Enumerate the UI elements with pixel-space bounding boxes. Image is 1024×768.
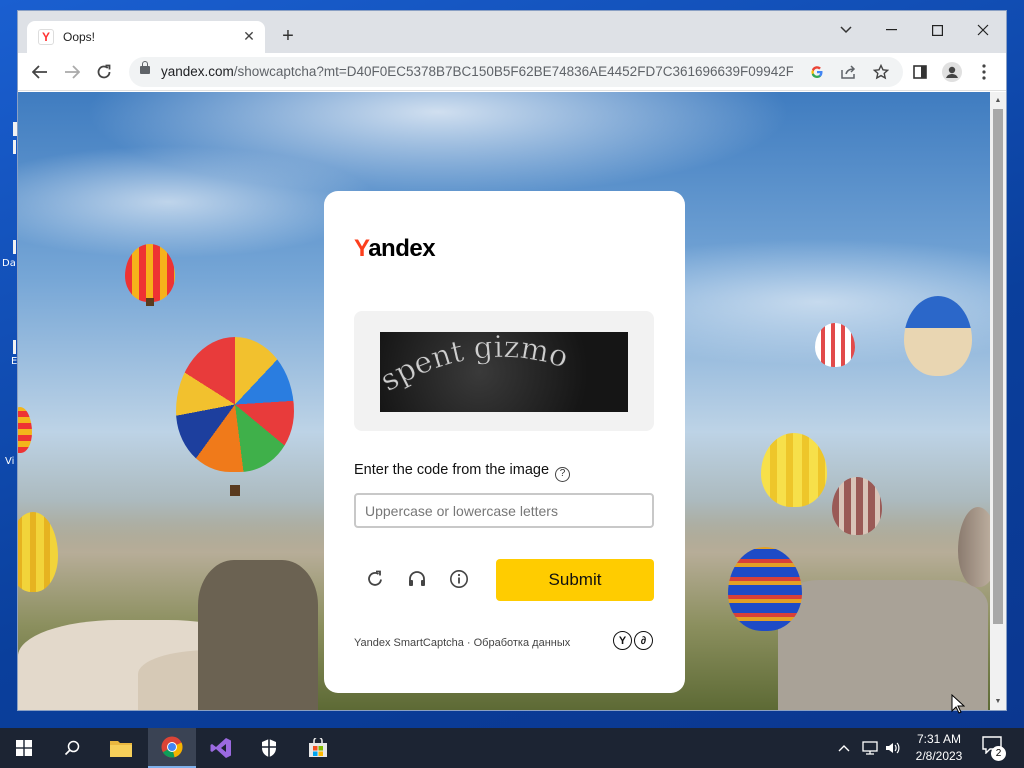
google-icon[interactable] (805, 60, 829, 84)
browser-window: Y Oops! ✕ + yandex.com/showcaptcha?mt=D4… (17, 10, 1007, 711)
show-hidden-icons-chevron-icon[interactable] (838, 728, 850, 768)
hot-air-balloon (761, 433, 827, 507)
new-tab-button[interactable]: + (276, 24, 300, 48)
url-text[interactable]: yandex.com/showcaptcha?mt=D40F0EC5378B7B… (161, 64, 793, 79)
tab-search-chevron-icon[interactable] (823, 15, 869, 45)
side-panel-icon[interactable] (907, 59, 933, 85)
clock-time: 7:31 AM (916, 732, 962, 746)
windows-security-icon[interactable] (245, 728, 293, 768)
share-icon[interactable] (837, 60, 861, 84)
info-icon[interactable] (446, 566, 472, 592)
page-viewport: Yandex spent gizmo Enter the code from t… (18, 92, 990, 710)
hot-air-balloon (18, 407, 32, 453)
yandex-circle-logo-icon: Y (613, 631, 632, 650)
hot-air-balloon (815, 323, 855, 367)
captcha-image-container: spent gizmo (354, 311, 654, 431)
balloon-basket (230, 485, 240, 496)
clock-date: 2/8/2023 (915, 749, 963, 763)
audio-headphones-icon[interactable] (404, 566, 430, 592)
yandex-logo[interactable]: Yandex (354, 235, 436, 263)
tab-title: Oops! (63, 30, 96, 44)
svg-text:spent gizmo: spent gizmo (380, 332, 572, 399)
close-tab-icon[interactable]: ✕ (240, 27, 258, 45)
microsoft-store-icon[interactable] (294, 728, 342, 768)
help-question-icon[interactable]: ? (555, 467, 571, 482)
hot-air-balloon (904, 296, 972, 376)
scrollbar-thumb[interactable] (993, 109, 1003, 624)
hot-air-balloon (125, 244, 175, 302)
background-rock (778, 580, 988, 710)
close-window-button[interactable] (960, 15, 1006, 45)
maximize-button[interactable] (914, 15, 960, 45)
taskbar: 7:31 AM 2/8/2023 2 (0, 728, 1024, 768)
system-clock[interactable]: 7:31 AM 2/8/2023 (910, 731, 968, 765)
submit-button[interactable]: Submit (496, 559, 654, 601)
desktop-shortcut-icon[interactable] (13, 340, 16, 354)
captcha-card: Yandex spent gizmo Enter the code from t… (324, 191, 685, 693)
captcha-image: spent gizmo (380, 332, 628, 412)
tab-oops[interactable]: Y Oops! ✕ (27, 21, 265, 53)
volume-icon[interactable] (885, 728, 901, 768)
bookmark-star-icon[interactable] (869, 60, 893, 84)
hot-air-balloon (176, 337, 294, 472)
search-icon[interactable] (48, 728, 96, 768)
scroll-up-icon[interactable]: ▲ (993, 95, 1003, 105)
forward-icon[interactable] (59, 59, 85, 85)
captcha-footer[interactable]: Yandex SmartCaptcha · Обработка данных (354, 637, 570, 649)
lock-icon[interactable] (140, 61, 150, 74)
desktop-shortcut-icon[interactable] (13, 140, 16, 154)
desktop-shortcut-label[interactable]: Vi (5, 456, 14, 467)
hot-air-balloon (728, 547, 802, 631)
back-icon[interactable] (27, 59, 53, 85)
desktop-shortcut-label[interactable]: Da (2, 258, 16, 269)
browser-toolbar: yandex.com/showcaptcha?mt=D40F0EC5378B7B… (18, 53, 1006, 91)
desktop-shortcut-icon[interactable] (13, 240, 16, 254)
captcha-image-text: spent gizmo (380, 332, 572, 399)
menu-icon[interactable] (971, 59, 997, 85)
network-icon[interactable] (862, 728, 878, 768)
visual-studio-icon[interactable] (197, 728, 245, 768)
start-windows-icon[interactable] (0, 728, 48, 768)
tab-bar: Y Oops! ✕ + (18, 11, 1006, 53)
file-explorer-icon[interactable] (97, 728, 145, 768)
minimize-button[interactable] (868, 15, 914, 45)
notification-count-badge: 2 (991, 746, 1006, 761)
mouse-cursor-icon (951, 694, 965, 714)
profile-icon[interactable] (939, 59, 965, 85)
balloon-basket (146, 298, 154, 306)
address-bar[interactable]: yandex.com/showcaptcha?mt=D40F0EC5378B7B… (129, 57, 903, 87)
captcha-prompt: Enter the code from the image? (354, 462, 571, 482)
yandex-favicon-icon: Y (38, 29, 54, 45)
reload-icon[interactable] (91, 59, 117, 85)
smartcaptcha-logo-icon: ∂ (634, 631, 653, 650)
footer-logos: Y ∂ (613, 631, 653, 650)
page-scrollbar[interactable]: ▲ ▼ (990, 92, 1006, 710)
background-rock (198, 560, 318, 710)
refresh-icon[interactable] (362, 566, 388, 592)
hot-air-balloon (832, 477, 882, 535)
chrome-icon[interactable] (148, 728, 196, 768)
scroll-down-icon[interactable]: ▼ (993, 696, 1003, 706)
captcha-input[interactable] (354, 493, 654, 528)
